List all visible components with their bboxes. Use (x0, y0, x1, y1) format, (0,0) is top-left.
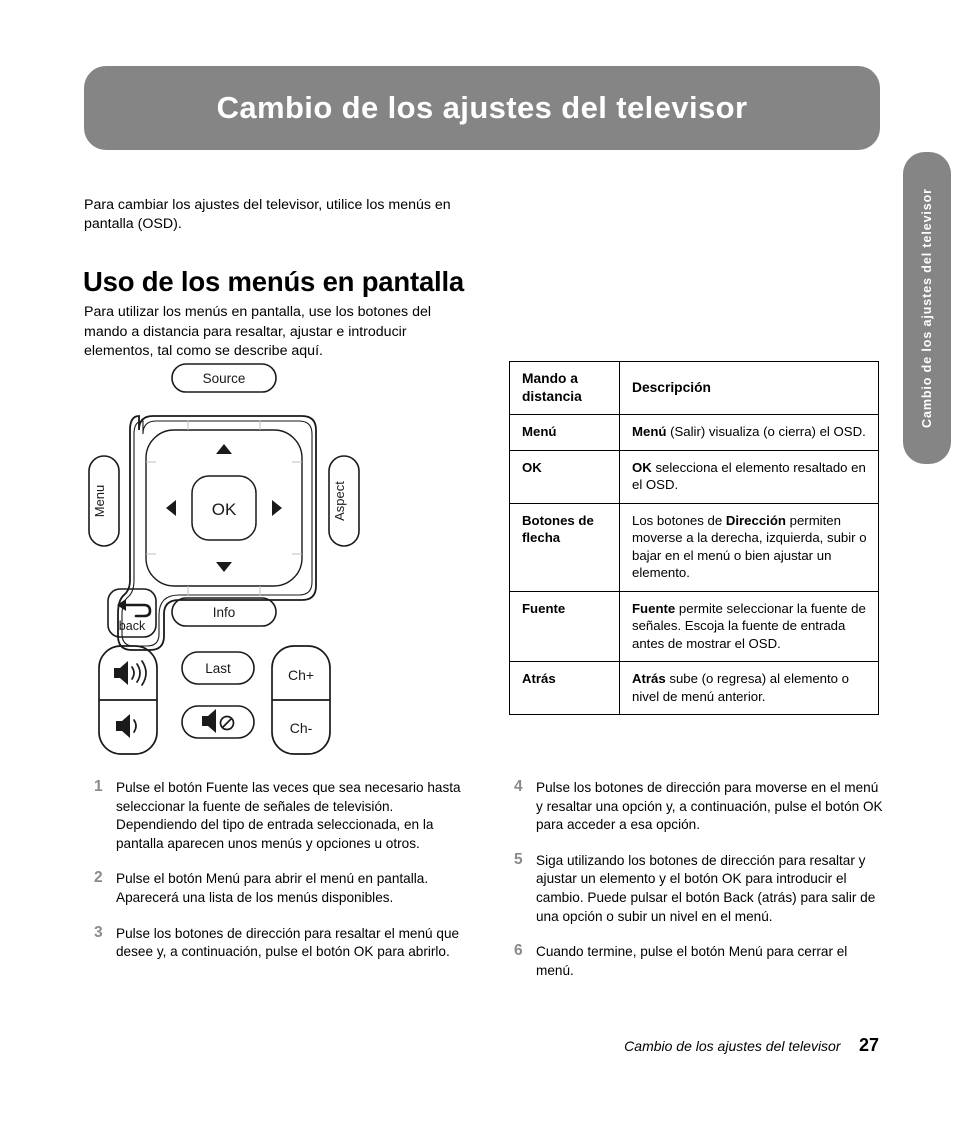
step-text: Pulse los botones de dirección para move… (536, 780, 883, 833)
table-cell-description: OK selecciona el elemento resaltado en e… (619, 449, 879, 504)
volume-down-wave-icon (133, 719, 137, 733)
term-emphasis: Dirección (725, 512, 786, 528)
term-description-rest: selecciona el elemento resaltado en el O… (632, 459, 866, 493)
table-row: Atrás Atrás sube (o regresa) al elemento… (509, 661, 879, 715)
procedure-steps-right: 4 Pulse los botones de dirección para mo… (514, 778, 886, 997)
table-row: Botones de flecha Los botones de Direcci… (509, 502, 879, 592)
footer-chapter-title: Cambio de los ajustes del televisor (624, 1038, 841, 1054)
procedure-steps-left: 1 Pulse el botón Fuente las veces que se… (94, 778, 466, 979)
step-text: Siga utilizando los botones de dirección… (536, 852, 876, 924)
table-row: OK OK selecciona el elemento resaltado e… (509, 449, 879, 504)
remote-aspect-label: Aspect (332, 481, 347, 521)
side-chapter-tab-label: Cambio de los ajustes del televisor (920, 188, 934, 428)
table-cell-description: Fuente permite seleccionar la fuente de … (619, 590, 879, 662)
arrow-right-icon (272, 500, 282, 516)
list-item: 2 Pulse el botón Menú para abrir el menú… (94, 869, 466, 907)
remote-source-label: Source (203, 371, 246, 386)
list-item: 5 Siga utilizando los botones de direcci… (514, 850, 886, 926)
table-cell-term: Botones de flecha (509, 502, 620, 592)
table-row: Fuente Fuente permite seleccionar la fue… (509, 590, 879, 662)
list-item: 3 Pulse los botones de dirección para re… (94, 923, 466, 962)
volume-up-waves-icon (131, 660, 147, 686)
step-number: 3 (94, 923, 103, 941)
remote-buttons-table: Mando a distancia Descripción Menú Menú … (509, 361, 879, 715)
section-intro-paragraph: Para utilizar los menús en pantalla, use… (84, 304, 432, 360)
term-emphasis: Fuente (632, 600, 676, 616)
volume-up-icon (114, 661, 128, 685)
list-item: 4 Pulse los botones de dirección para mo… (514, 778, 886, 835)
table-row: Menú Menú (Salir) visualiza (o cierra) e… (509, 414, 879, 451)
intro-paragraph: Para cambiar los ajustes del televisor, … (84, 197, 451, 233)
back-arrow-icon (124, 603, 152, 618)
arrow-down-icon (216, 562, 232, 572)
table-cell-term: Menú (509, 414, 620, 451)
step-number: 6 (514, 942, 523, 960)
arrow-left-icon (166, 500, 176, 516)
table-header-row: Mando a distancia Descripción (509, 361, 879, 415)
list-item: 1 Pulse el botón Fuente las veces que se… (94, 778, 466, 853)
step-number: 5 (514, 850, 523, 868)
remote-ok-label: OK (212, 500, 237, 519)
chapter-banner: Cambio de los ajustes del televisor (84, 66, 880, 150)
table-header-remote: Mando a distancia (509, 361, 620, 415)
step-text: Pulse el botón Fuente las veces que sea … (116, 780, 461, 851)
table-cell-description: Menú (Salir) visualiza (o cierra) el OSD… (619, 414, 879, 451)
term-description-pre: Los botones de (632, 512, 726, 528)
step-text: Pulse el botón Menú para abrir el menú e… (116, 871, 429, 905)
side-chapter-tab: Cambio de los ajustes del televisor (903, 152, 951, 464)
table-cell-description: Atrás sube (o regresa) al elemento o niv… (619, 661, 879, 715)
term-description-rest: (Salir) visualiza (o cierra) el OSD. (666, 424, 866, 439)
step-number: 4 (514, 778, 523, 795)
page-title: Cambio de los ajustes del televisor (216, 90, 748, 125)
table-cell-term: Fuente (509, 590, 620, 662)
remote-back-label: back (119, 619, 146, 633)
remote-info-label: Info (213, 605, 236, 620)
table-cell-term: Atrás (509, 661, 620, 715)
remote-mute-button (181, 705, 255, 739)
table-header-description: Descripción (619, 361, 879, 415)
table-cell-term: OK (509, 449, 620, 504)
remote-channel-down-label: Ch- (290, 720, 313, 736)
page-footer: Cambio de los ajustes del televisor 27 (0, 1035, 879, 1056)
section-heading: Uso de los menús en pantalla (83, 265, 465, 297)
arrow-up-icon (216, 444, 232, 454)
step-text: Pulse los botones de dirección para resa… (116, 925, 460, 960)
mute-icon (202, 709, 216, 733)
remote-channel-up-label: Ch+ (288, 667, 314, 683)
step-text: Cuando termine, pulse el botón Menú para… (536, 944, 848, 978)
page-number: 27 (858, 1035, 879, 1055)
volume-down-icon (116, 714, 130, 738)
step-number: 1 (94, 778, 103, 795)
term-emphasis: OK (632, 459, 652, 475)
step-number: 2 (94, 869, 103, 887)
term-emphasis: Menú (632, 424, 667, 439)
list-item: 6 Cuando termine, pulse el botón Menú pa… (514, 942, 886, 980)
table-cell-description: Los botones de Dirección permiten movers… (619, 502, 879, 592)
mute-slash-icon (221, 717, 233, 729)
term-emphasis: Atrás (632, 671, 666, 686)
remote-control-diagram: OK Source Menu Aspect back Info Last Ch+… (84, 358, 384, 768)
remote-menu-label: Menu (92, 485, 107, 518)
remote-last-label: Last (205, 661, 231, 676)
